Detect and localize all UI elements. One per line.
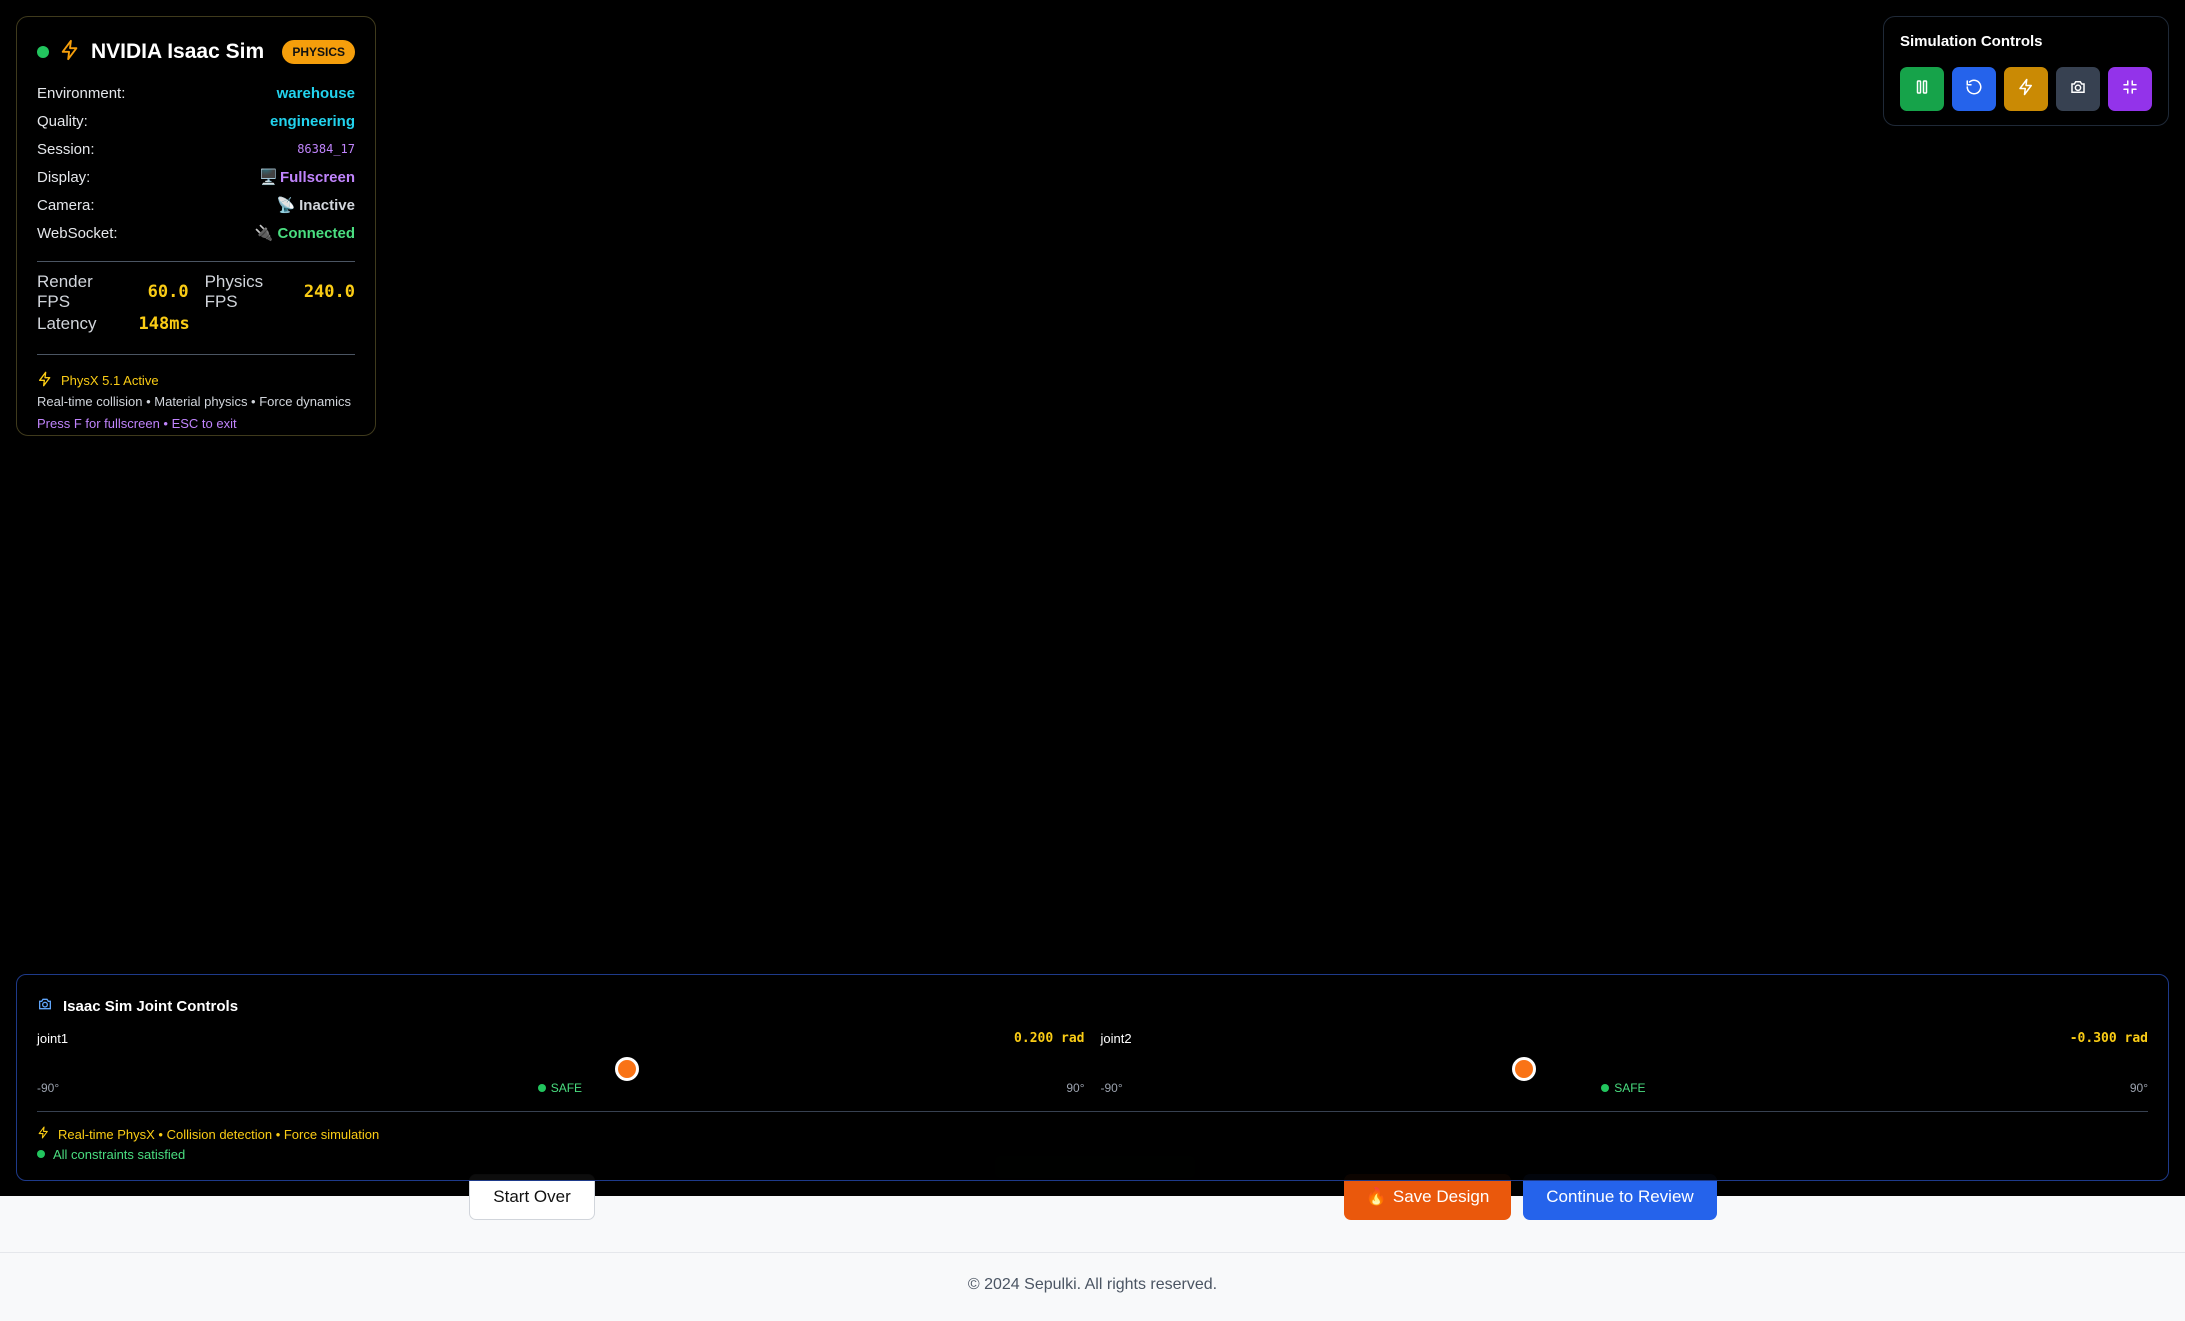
- simulation-controls-panel: Simulation Controls: [1883, 16, 2169, 126]
- physx-summary-text: Real-time PhysX • Collision detection • …: [58, 1126, 380, 1142]
- render-fps-value: 60.0: [147, 282, 189, 302]
- constraint-status: All constraints satisfied: [37, 1144, 2148, 1164]
- physics-fps-value: 240.0: [303, 282, 355, 302]
- joint-name: joint1: [37, 1031, 69, 1046]
- physx-summary: Real-time PhysX • Collision detection • …: [37, 1124, 2148, 1144]
- session-key: Session:: [37, 140, 95, 158]
- camera-value: Inactive: [299, 196, 355, 214]
- row-camera: Camera: 📡 Inactive: [37, 191, 355, 219]
- fire-icon: 🔥: [1365, 1187, 1387, 1206]
- row-environment: Environment: warehouse: [37, 79, 355, 107]
- status-title: NVIDIA Isaac Sim: [91, 40, 265, 63]
- safe-status: SAFE: [537, 1081, 583, 1095]
- display-key: Display:: [37, 168, 91, 186]
- row-quality: Quality: engineering: [37, 107, 355, 135]
- joint-list: joint1 0.200 rad -90° SAFE 90° joint2 -0…: [37, 1025, 2148, 1105]
- exit-fullscreen-button[interactable]: [2108, 67, 2152, 111]
- lightning-icon: [37, 1126, 50, 1142]
- joint-value: 0.200 rad: [1014, 1031, 1085, 1046]
- footer-copyright: © 2024 Sepulki. All rights reserved.: [967, 1276, 1218, 1293]
- safe-label: SAFE: [1614, 1081, 1646, 1095]
- status-rows: Environment: warehouse Quality: engineerin…: [37, 79, 355, 247]
- exit-fullscreen-icon: [2121, 78, 2139, 101]
- lightning-icon: [59, 39, 81, 66]
- row-session: Session: 86384_17: [37, 135, 355, 163]
- satellite-icon: 📡: [276, 197, 296, 214]
- monitor-icon: 🖥️: [259, 169, 278, 186]
- continue-label: Continue to Review: [1546, 1187, 1694, 1206]
- joint-controls-title: Isaac Sim Joint Controls: [63, 997, 239, 1015]
- joint-max: 90°: [1066, 1081, 1085, 1095]
- isaac-sim-status-panel: NVIDIA Isaac Sim PHYSICS Environment: war…: [16, 16, 376, 436]
- joint-controls-header: Isaac Sim Joint Controls: [37, 991, 2148, 1021]
- joint-control: joint2 -0.300 rad -90° SAFE 90°: [1101, 1025, 2149, 1105]
- joint-min: -90°: [1100, 1081, 1123, 1095]
- reset-button[interactable]: [1952, 67, 1996, 111]
- plug-icon: 🔌: [254, 225, 274, 242]
- pause-button[interactable]: [1900, 67, 1944, 111]
- quality-value: engineering: [269, 112, 355, 130]
- joint-controls-panel: Isaac Sim Joint Controls joint1 0.200 ra…: [16, 974, 2169, 1181]
- save-design-label: Save Design: [1392, 1187, 1490, 1206]
- row-display: Display: 🖥️ Fullscreen: [37, 163, 355, 191]
- joint-slider-thumb[interactable]: [1512, 1057, 1537, 1081]
- fps-row: Render FPS 60.0 Physics FPS 240.0: [37, 272, 355, 311]
- latency-row: Latency 148ms: [37, 308, 355, 340]
- lightning-icon: [2017, 78, 2035, 101]
- joint-slider-thumb[interactable]: [615, 1057, 640, 1081]
- physx-features: Real-time collision • Material physics •…: [37, 394, 351, 409]
- reset-icon: [1965, 78, 1983, 101]
- camera-key: Camera:: [37, 196, 95, 214]
- divider: [37, 261, 355, 262]
- latency-label: Latency: [37, 314, 97, 333]
- safe-label: SAFE: [550, 1081, 583, 1095]
- display-value: Fullscreen: [279, 168, 355, 186]
- camera-icon: [37, 996, 53, 1016]
- physics-badge: PHYSICS: [282, 40, 355, 64]
- start-over-label: Start Over: [493, 1187, 571, 1206]
- physx-status: PhysX 5.1 Active: [37, 369, 355, 391]
- joint-max: 90°: [2129, 1081, 2148, 1095]
- lightning-icon: [37, 371, 53, 390]
- online-indicator: [37, 46, 49, 58]
- camera-icon: [2069, 78, 2087, 101]
- websocket-key: WebSocket:: [37, 224, 118, 242]
- divider: [37, 354, 355, 355]
- physx-version: PhysX 5.1 Active: [61, 372, 159, 388]
- row-websocket: WebSocket: 🔌 Connected: [37, 219, 355, 247]
- camera-button[interactable]: [2056, 67, 2100, 111]
- divider: [37, 1111, 2148, 1112]
- footer-divider: [0, 1252, 2185, 1253]
- status-header: NVIDIA Isaac Sim PHYSICS: [37, 35, 355, 69]
- keyboard-hint: Press F for fullscreen • ESC to exit: [37, 416, 237, 431]
- joint-name: joint2: [1100, 1031, 1132, 1046]
- constraint-status-text: All constraints satisfied: [53, 1146, 186, 1162]
- simulation-controls-title: Simulation Controls: [1900, 33, 2043, 50]
- environment-value: warehouse: [276, 84, 355, 102]
- quality-key: Quality:: [37, 112, 88, 130]
- session-value: 86384_17: [297, 142, 355, 156]
- joint-value: -0.300 rad: [2069, 1031, 2148, 1046]
- joint-min: -90°: [37, 1081, 60, 1095]
- physics-toggle-button[interactable]: [2004, 67, 2048, 111]
- render-fps-label: Render FPS: [37, 272, 93, 311]
- pause-icon: [1913, 78, 1931, 101]
- latency-value: 148ms: [138, 314, 190, 334]
- websocket-value: Connected: [277, 224, 355, 242]
- safe-status: SAFE: [1601, 1081, 1646, 1095]
- status-dot: [37, 1150, 45, 1158]
- joint-control: joint1 0.200 rad -90° SAFE 90°: [37, 1025, 1085, 1105]
- simulation-buttons: [1900, 67, 2152, 111]
- physics-fps-label: Physics FPS: [204, 272, 264, 311]
- environment-key: Environment:: [37, 84, 126, 102]
